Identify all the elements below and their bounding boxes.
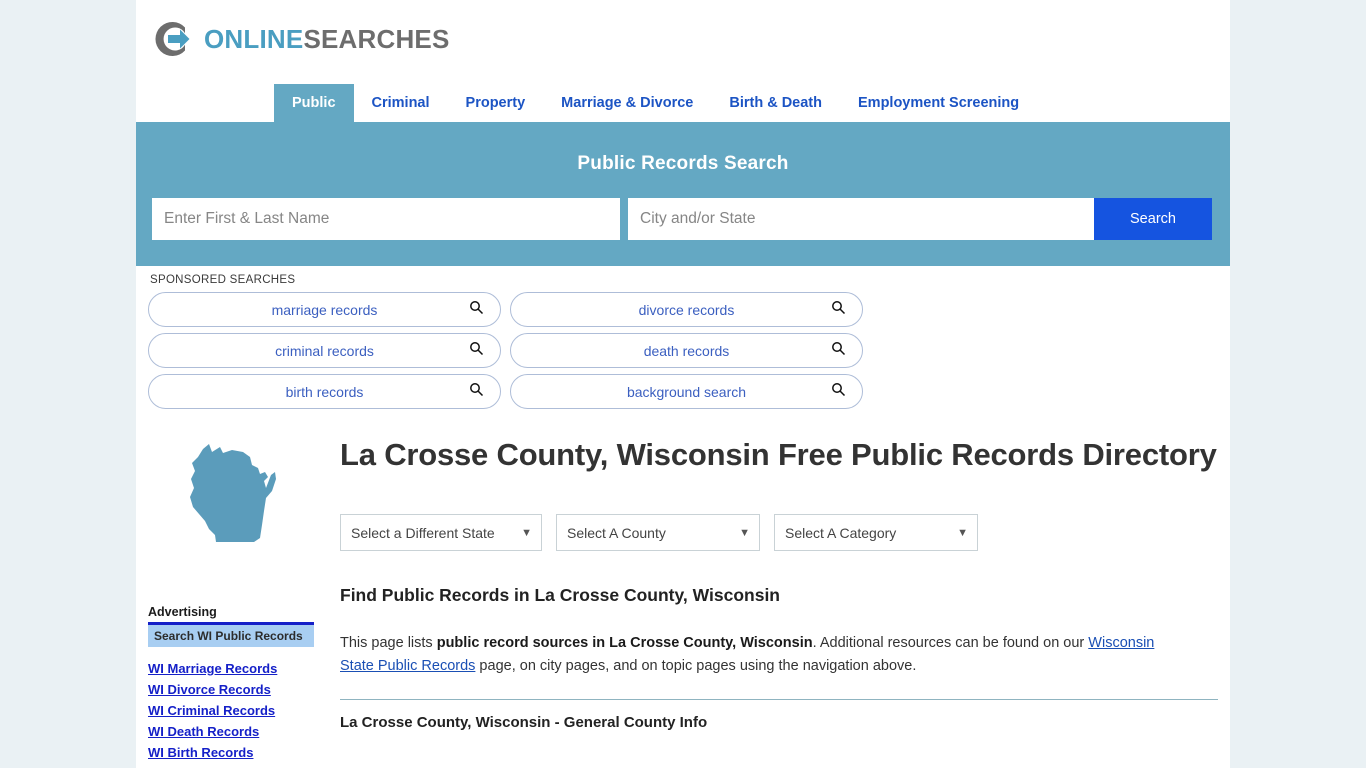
- ad-link-wi-death-records[interactable]: WI Death Records: [148, 724, 314, 739]
- search-button[interactable]: Search: [1094, 198, 1212, 240]
- sponsored-searches-grid: marriage records divorce records crimina…: [148, 292, 1218, 409]
- site-header: ONLINESEARCHES: [136, 0, 1230, 84]
- ad-link-wi-criminal-records[interactable]: WI Criminal Records: [148, 703, 314, 718]
- state-select-label: Select a Different State: [351, 524, 495, 541]
- advertising-links: WI Marriage Records WI Divorce Records W…: [148, 661, 314, 760]
- sponsored-pill-death-records[interactable]: death records: [510, 333, 863, 368]
- search-icon: [469, 382, 484, 402]
- tab-marriage-divorce[interactable]: Marriage & Divorce: [543, 84, 711, 122]
- search-icon: [469, 341, 484, 361]
- state-select[interactable]: Select a Different State ▼: [340, 514, 542, 552]
- section-divider: [340, 698, 1218, 700]
- city-state-search-input[interactable]: [628, 198, 1094, 240]
- ad-link-wi-marriage-records[interactable]: WI Marriage Records: [148, 661, 314, 676]
- banner-title: Public Records Search: [577, 153, 789, 174]
- sponsored-pill-background-search[interactable]: background search: [510, 374, 863, 409]
- category-select[interactable]: Select A Category ▼: [774, 514, 978, 552]
- tab-public[interactable]: Public: [274, 84, 354, 122]
- advertising-sidebar: Advertising Search WI Public Records WI …: [148, 605, 314, 766]
- county-select-label: Select A County: [567, 524, 666, 541]
- logo-text-online: ONLINE: [204, 24, 304, 54]
- chevron-down-icon: ▼: [739, 526, 750, 539]
- main-navigation: Public Criminal Property Marriage & Divo…: [136, 84, 1230, 125]
- ad-link-wi-birth-records[interactable]: WI Birth Records: [148, 745, 314, 760]
- sponsored-pill-label: divorce records: [638, 301, 735, 318]
- page-container: ONLINESEARCHES Public Criminal Property …: [136, 0, 1230, 768]
- logo-text-searches: SEARCHES: [303, 24, 450, 54]
- tab-birth-death[interactable]: Birth & Death: [711, 84, 840, 122]
- page-title: La Crosse County, Wisconsin Free Public …: [340, 437, 1217, 472]
- site-logo[interactable]: ONLINESEARCHES: [152, 16, 450, 62]
- sponsored-pill-label: death records: [643, 342, 730, 359]
- sponsored-searches-section: SPONSORED SEARCHES marriage records divo…: [136, 266, 1230, 415]
- chevron-down-icon: ▼: [957, 526, 968, 539]
- county-select[interactable]: Select A County ▼: [556, 514, 760, 552]
- tab-criminal[interactable]: Criminal: [354, 84, 448, 122]
- intro-text-2: . Additional resources can be found on o…: [812, 635, 1089, 652]
- search-icon: [469, 300, 484, 320]
- tab-property[interactable]: Property: [448, 84, 544, 122]
- sponsored-searches-label: SPONSORED SEARCHES: [150, 274, 296, 286]
- intro-text-1: This page lists: [340, 635, 437, 652]
- sponsored-pill-label: criminal records: [275, 342, 374, 359]
- intro-paragraph: This page lists public record sources in…: [340, 632, 1170, 676]
- hero-text-column: La Crosse County, Wisconsin Free Public …: [318, 435, 1218, 731]
- section-title: Find Public Records in La Crosse County,…: [340, 585, 780, 606]
- filter-row: Select a Different State ▼ Select A Coun…: [340, 514, 1218, 552]
- sponsored-pill-label: marriage records: [271, 301, 378, 318]
- advertising-label: Advertising: [148, 605, 217, 619]
- search-icon: [831, 382, 846, 402]
- circle-arrow-icon: [152, 16, 198, 62]
- sponsored-pill-label: background search: [626, 383, 747, 400]
- ad-box-title[interactable]: Search WI Public Records: [148, 625, 314, 647]
- sponsored-pill-birth-records[interactable]: birth records: [148, 374, 501, 409]
- category-select-label: Select A Category: [785, 524, 897, 541]
- public-records-search-banner: Public Records Search Search: [136, 125, 1230, 266]
- chevron-down-icon: ▼: [521, 526, 532, 539]
- sponsored-pill-divorce-records[interactable]: divorce records: [510, 292, 863, 327]
- intro-text-bold: public record sources in La Crosse Count…: [436, 635, 813, 652]
- search-icon: [831, 300, 846, 320]
- tab-employment-screening[interactable]: Employment Screening: [840, 84, 1037, 122]
- sponsored-pill-marriage-records[interactable]: marriage records: [148, 292, 501, 327]
- sponsored-pill-criminal-records[interactable]: criminal records: [148, 333, 501, 368]
- ad-link-wi-divorce-records[interactable]: WI Divorce Records: [148, 682, 314, 697]
- subsection-title: La Crosse County, Wisconsin - General Co…: [340, 713, 708, 731]
- search-form: Search: [152, 198, 1214, 240]
- search-icon: [831, 341, 846, 361]
- name-search-input[interactable]: [152, 198, 620, 240]
- intro-text-3: page, on city pages, and on topic pages …: [475, 657, 917, 674]
- sponsored-pill-label: birth records: [285, 383, 364, 400]
